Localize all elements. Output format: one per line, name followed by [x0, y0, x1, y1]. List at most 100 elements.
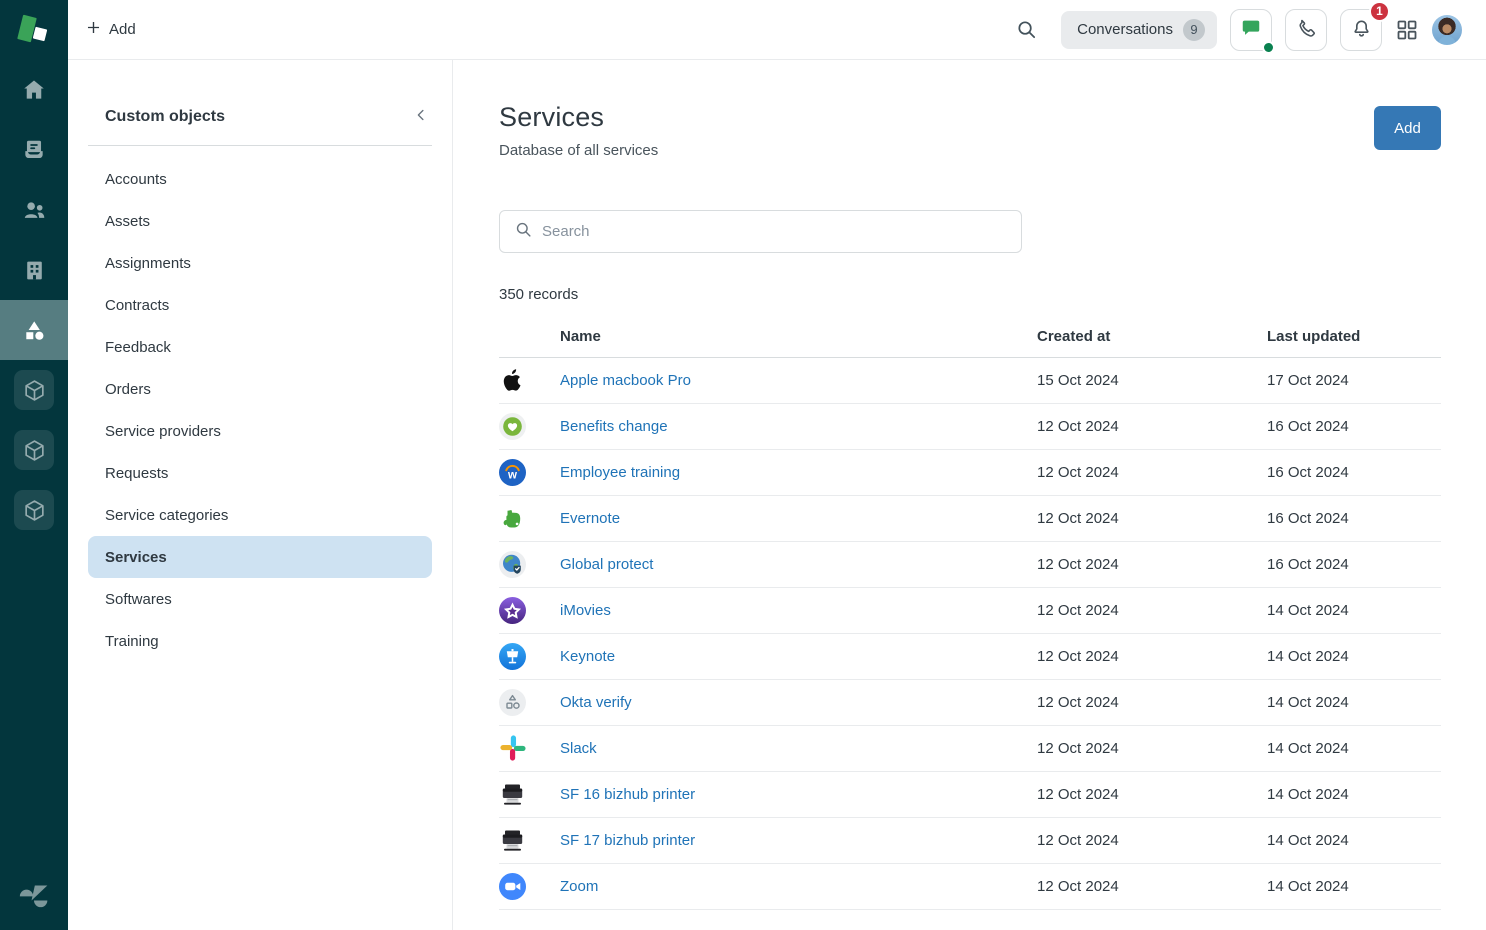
created-at-cell: 12 Oct 2024 [1037, 587, 1267, 633]
chat-bubble-icon [1240, 17, 1262, 42]
table-row: Benefits change12 Oct 202416 Oct 2024 [499, 403, 1441, 449]
nav-custom-objects[interactable] [0, 300, 68, 360]
zoom-icon [499, 873, 526, 900]
sidebar-item-requests[interactable]: Requests [88, 452, 432, 494]
sidebar-item-training[interactable]: Training [88, 620, 432, 662]
sidebar-item-feedback[interactable]: Feedback [88, 326, 432, 368]
last-updated-cell: 14 Oct 2024 [1267, 633, 1441, 679]
apps-grid-icon[interactable] [1395, 18, 1419, 42]
page-subtitle: Database of all services [499, 142, 658, 159]
created-at-cell: 12 Oct 2024 [1037, 771, 1267, 817]
workday-icon: w [499, 459, 526, 486]
sidebar-item-assignments[interactable]: Assignments [88, 242, 432, 284]
add-record-button[interactable]: Add [1374, 106, 1441, 150]
panel-divider [88, 145, 432, 146]
created-at-cell: 12 Oct 2024 [1037, 679, 1267, 725]
created-at-cell: 15 Oct 2024 [1037, 357, 1267, 403]
table-row: w Employee training 12 Oct 202416 Oct 2024 [499, 449, 1441, 495]
nav-companies[interactable] [0, 240, 68, 300]
service-link[interactable]: SF 17 bizhub printer [560, 832, 695, 849]
service-link[interactable]: Benefits change [560, 418, 668, 435]
app-tile [14, 370, 54, 410]
custom-objects-list: AccountsAssetsAssignmentsContractsFeedba… [68, 158, 452, 662]
panel-title: Custom objects [105, 108, 225, 126]
created-at-column-header: Created at [1037, 316, 1267, 357]
printer-icon [499, 781, 526, 808]
cube-icon [22, 498, 47, 523]
created-at-cell: 12 Oct 2024 [1037, 817, 1267, 863]
service-link[interactable]: Evernote [560, 510, 620, 527]
sidebar-item-service-categories[interactable]: Service categories [88, 494, 432, 536]
sidebar-item-services[interactable]: Services [88, 536, 432, 578]
last-updated-cell: 17 Oct 2024 [1267, 357, 1441, 403]
conversations-label: Conversations [1077, 21, 1173, 38]
online-status-dot [1262, 41, 1275, 54]
created-at-cell: 12 Oct 2024 [1037, 495, 1267, 541]
nav-deals[interactable] [0, 120, 68, 180]
topbar-right: Conversations 9 [1015, 9, 1462, 51]
plus-icon [85, 19, 102, 40]
service-link[interactable]: SF 16 bizhub printer [560, 786, 695, 803]
rail-nav [0, 60, 68, 540]
sidebar-item-orders[interactable]: Orders [88, 368, 432, 410]
records-count: 350 records [499, 286, 1441, 303]
created-at-cell: 12 Oct 2024 [1037, 633, 1267, 679]
content-row: Custom objects AccountsAssetsAssignments… [68, 60, 1486, 930]
tray-icon [21, 137, 47, 163]
nav-people[interactable] [0, 180, 68, 240]
last-updated-cell: 14 Oct 2024 [1267, 679, 1441, 725]
user-avatar[interactable] [1432, 15, 1462, 45]
last-updated-cell: 14 Oct 2024 [1267, 863, 1441, 909]
table-header-row: Name Created at Last updated [499, 316, 1441, 357]
search-icon [514, 220, 533, 244]
logo-white-shape [33, 27, 48, 42]
main-content: Services Database of all services Add 35… [453, 60, 1486, 930]
sidebar-item-accounts[interactable]: Accounts [88, 158, 432, 200]
created-at-cell: 12 Oct 2024 [1037, 449, 1267, 495]
service-link[interactable]: Okta verify [560, 694, 632, 711]
sidebar-item-assets[interactable]: Assets [88, 200, 432, 242]
people-icon [21, 197, 48, 224]
last-updated-cell: 16 Oct 2024 [1267, 403, 1441, 449]
services-table: Name Created at Last updated Apple macbo… [499, 316, 1441, 910]
nav-app-2[interactable] [0, 420, 68, 480]
nav-app-1[interactable] [0, 360, 68, 420]
conversations-count-badge: 9 [1183, 19, 1205, 41]
service-link[interactable]: Zoom [560, 878, 598, 895]
service-link[interactable]: Slack [560, 740, 597, 757]
phone-button[interactable] [1285, 9, 1327, 51]
notifications-count-badge: 1 [1369, 1, 1390, 22]
sidebar-item-softwares[interactable]: Softwares [88, 578, 432, 620]
keynote-icon [499, 643, 526, 670]
chat-button[interactable] [1230, 9, 1272, 51]
last-updated-cell: 16 Oct 2024 [1267, 449, 1441, 495]
search-input[interactable] [542, 223, 1009, 240]
service-link[interactable]: Global protect [560, 556, 653, 573]
table-row: Evernote 12 Oct 202416 Oct 2024 [499, 495, 1441, 541]
nav-app-3[interactable] [0, 480, 68, 540]
sidebar-item-contracts[interactable]: Contracts [88, 284, 432, 326]
service-link[interactable]: iMovies [560, 602, 611, 619]
search-box [499, 210, 1022, 253]
last-updated-cell: 14 Oct 2024 [1267, 587, 1441, 633]
service-link[interactable]: Keynote [560, 648, 615, 665]
created-at-cell: 12 Oct 2024 [1037, 863, 1267, 909]
last-updated-cell: 16 Oct 2024 [1267, 495, 1441, 541]
global-add-button[interactable]: Add [85, 19, 136, 40]
service-link[interactable]: Apple macbook Pro [560, 372, 691, 389]
global-add-label: Add [109, 21, 136, 38]
collapse-panel-button[interactable] [410, 104, 432, 129]
created-at-cell: 12 Oct 2024 [1037, 725, 1267, 771]
service-link[interactable]: Employee training [560, 464, 680, 481]
notifications-button[interactable]: 1 [1340, 9, 1382, 51]
table-row: Okta verify 12 Oct 202414 Oct 2024 [499, 679, 1441, 725]
nav-home[interactable] [0, 60, 68, 120]
sidebar-item-service-providers[interactable]: Service providers [88, 410, 432, 452]
phone-icon [1295, 17, 1317, 42]
last-updated-cell: 14 Oct 2024 [1267, 771, 1441, 817]
search-icon[interactable] [1015, 18, 1038, 41]
benefits-icon [499, 413, 526, 440]
product-logo[interactable] [0, 0, 68, 60]
conversations-button[interactable]: Conversations 9 [1061, 11, 1217, 49]
apple-icon [499, 367, 526, 394]
